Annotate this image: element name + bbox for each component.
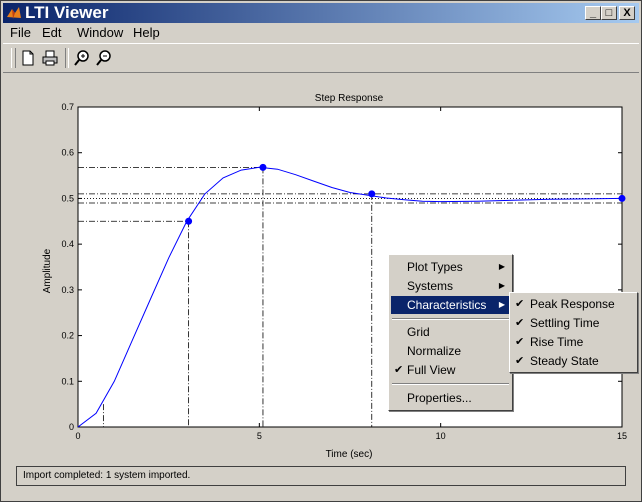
toolbar-grip (11, 48, 16, 68)
menu-help[interactable]: Help (133, 25, 160, 40)
title-bar[interactable]: LTI Viewer _ □ X (3, 3, 639, 23)
menu-item-grid[interactable]: Grid (391, 323, 511, 341)
zoom-in-icon[interactable] (73, 49, 91, 67)
y-tick-label: 0.6 (61, 148, 74, 158)
submenu-arrow-icon: ▶ (498, 262, 505, 271)
checkmark-icon: ✔ (515, 355, 525, 367)
toolbar-separator (65, 48, 69, 68)
close-button[interactable]: X (619, 6, 635, 20)
menu-separator (392, 383, 509, 385)
context-menu: Plot Types ▶ Systems ▶ Characteristics ▶ Gr… (388, 254, 513, 411)
status-text: Import completed: 1 system imported. (23, 470, 191, 481)
zoom-out-icon[interactable] (95, 49, 113, 67)
y-tick-label: 0.4 (61, 239, 74, 249)
menu-item-properties[interactable]: Properties... (391, 389, 511, 407)
peak-marker (259, 163, 267, 171)
y-tick-label: 0.2 (61, 331, 74, 341)
menu-edit[interactable]: Edt (42, 25, 62, 40)
step-response-plot[interactable]: Step Response 0 0.1 0.2 0.3 0.4 0.5 0.6 0.7 0 5 1… (1, 87, 641, 465)
menu-file[interactable]: File (10, 25, 31, 40)
y-tick-label: 0.1 (61, 376, 74, 386)
x-axis-label: Time (sec) (326, 449, 373, 460)
submenu-item-rise-time[interactable]: ✔ Rise Time (512, 333, 636, 351)
lti-viewer-window: LTI Viewer _ □ X File Edt Window Help St… (0, 0, 642, 502)
checkmark-icon: ✔ (515, 298, 525, 310)
submenu-arrow-icon: ▶ (498, 300, 505, 309)
menu-item-full-view[interactable]: ✔ Full View (391, 361, 511, 379)
menu-item-plot-types[interactable]: Plot Types ▶ (391, 258, 511, 276)
steady-state-marker (618, 194, 626, 202)
submenu-item-peak-response[interactable]: ✔ Peak Response (512, 295, 636, 313)
menu-item-normalize[interactable]: Normalize (391, 342, 511, 360)
characteristics-submenu: ✔ Peak Response ✔ Settling Time ✔ Rise Time… (509, 292, 638, 373)
menu-item-systems[interactable]: Systems ▶ (391, 277, 511, 295)
submenu-arrow-icon: ▶ (498, 281, 505, 290)
y-axis-label: Amplitude (42, 248, 53, 293)
x-tick-label: 5 (257, 431, 262, 441)
checkmark-icon: ✔ (515, 336, 525, 348)
submenu-item-settling-time[interactable]: ✔ Settling Time (512, 314, 636, 332)
y-tick-label: 0.5 (61, 193, 74, 203)
x-tick-label: 0 (75, 431, 80, 441)
plot-area[interactable] (77, 106, 623, 428)
rise-time-marker (185, 217, 193, 225)
menu-separator (392, 318, 509, 320)
toolbar (3, 43, 639, 73)
checkmark-icon: ✔ (515, 317, 525, 329)
chart-title: Step Response (315, 93, 384, 104)
x-tick-label: 10 (436, 431, 446, 441)
checkmark-icon: ✔ (394, 364, 404, 376)
print-icon[interactable] (41, 49, 59, 67)
settling-time-marker (368, 190, 376, 198)
maximize-button[interactable]: □ (601, 6, 617, 20)
menu-bar: File Edt Window Help (3, 23, 639, 42)
minimize-button[interactable]: _ (585, 6, 601, 20)
menu-item-characteristics[interactable]: Characteristics ▶ (391, 296, 511, 314)
submenu-item-steady-state[interactable]: ✔ Steady State (512, 352, 636, 370)
menu-window[interactable]: Window (77, 25, 123, 40)
window-title: LTI Viewer (25, 3, 109, 22)
y-tick-label: 0.3 (61, 285, 74, 295)
x-tick-label: 15 (617, 431, 627, 441)
status-bar: Import completed: 1 system imported. (16, 466, 626, 486)
y-tick-label: 0 (69, 422, 74, 432)
matlab-icon (7, 7, 21, 19)
y-tick-label: 0.7 (61, 102, 74, 112)
new-icon[interactable] (19, 49, 37, 67)
